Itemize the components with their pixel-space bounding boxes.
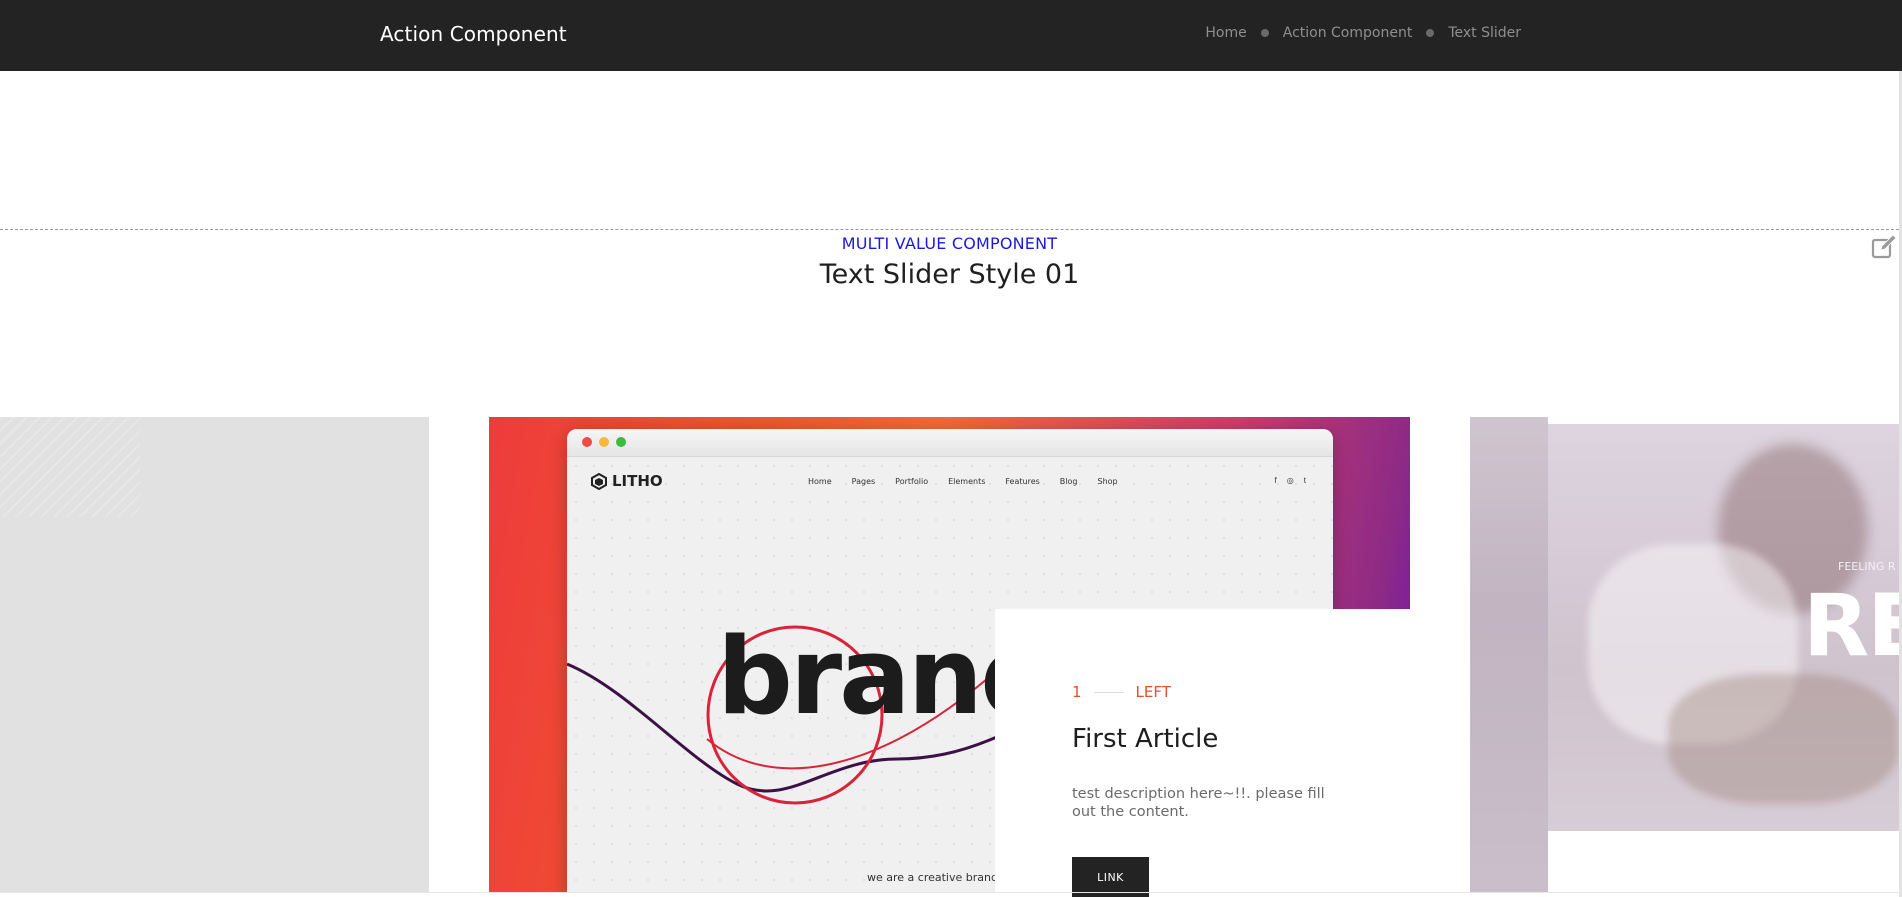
section-divider bbox=[0, 229, 1899, 230]
breadcrumb-separator bbox=[1260, 29, 1269, 37]
section-eyebrow: MULTI VALUE COMPONENT bbox=[841, 234, 1058, 253]
slide-text-card: 1 LEFT First Article test description he… bbox=[995, 609, 1410, 897]
section-title: Text Slider Style 01 bbox=[819, 259, 1080, 290]
breadcrumb-home[interactable]: Home bbox=[1205, 25, 1246, 41]
header-bar: Action Component Home Action Component T… bbox=[0, 0, 1902, 71]
slide-counter: 1 LEFT bbox=[1072, 683, 1171, 701]
counter-divider bbox=[1093, 691, 1124, 693]
page-bottom-border bbox=[0, 892, 1899, 893]
breadcrumb-current: Text Slider bbox=[1448, 25, 1521, 41]
slide-next[interactable]: FEELING R RES bbox=[1548, 424, 1899, 831]
page-title: Action Component bbox=[380, 22, 567, 46]
breadcrumb-action-component[interactable]: Action Component bbox=[1283, 25, 1413, 41]
breadcrumb: Home Action Component Text Slider bbox=[1205, 25, 1521, 41]
photo-shape bbox=[1668, 674, 1898, 804]
slide-description: test description here~!!. please fill ou… bbox=[1072, 786, 1325, 820]
slide-direction: LEFT bbox=[1135, 683, 1171, 701]
next-slide-eyebrow: FEELING R bbox=[1838, 560, 1896, 573]
next-slide-headline: RES bbox=[1803, 576, 1899, 676]
mock-caption: we are a creative branding bbox=[867, 871, 1015, 884]
slide-title: First Article bbox=[1072, 724, 1219, 754]
slide-next-edge[interactable] bbox=[1470, 417, 1548, 892]
slide-previous[interactable] bbox=[0, 417, 429, 892]
breadcrumb-separator bbox=[1426, 29, 1435, 37]
slide-number: 1 bbox=[1072, 683, 1082, 701]
decorative-stripes bbox=[0, 417, 140, 517]
link-button[interactable]: LINK bbox=[1072, 857, 1149, 897]
